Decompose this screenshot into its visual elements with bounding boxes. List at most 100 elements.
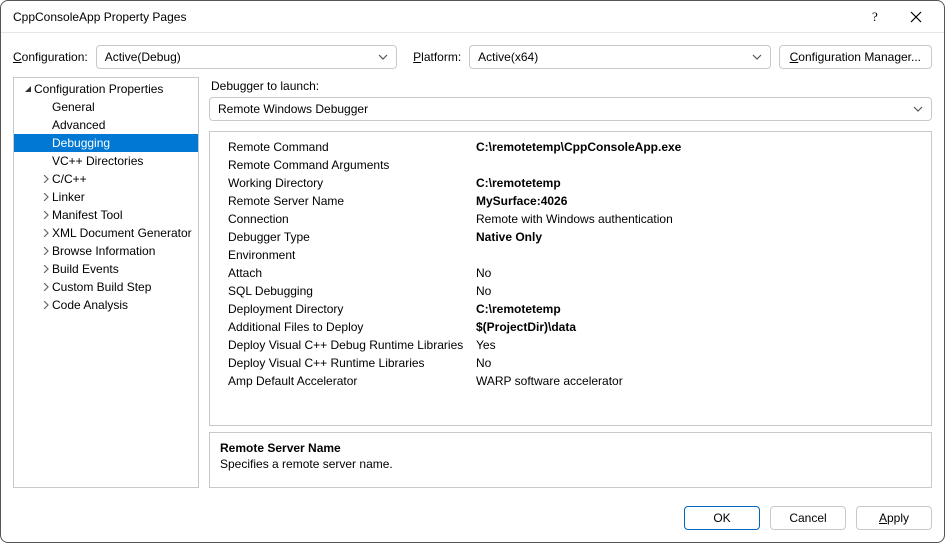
- grid-key: Amp Default Accelerator: [228, 374, 476, 388]
- arrow-collapsed-icon: [40, 283, 52, 291]
- tree-item-label: Linker: [52, 190, 85, 204]
- arrow-collapsed-icon: [40, 301, 52, 309]
- configuration-label: Configuration:: [13, 50, 88, 64]
- cancel-button[interactable]: Cancel: [770, 506, 846, 530]
- platform-value: Active(x64): [478, 50, 538, 64]
- grid-row[interactable]: Remote Server NameMySurface:4026: [210, 192, 931, 210]
- arrow-expanded-icon: [22, 85, 34, 93]
- topbar: Configuration: Active(Debug) Platform: A…: [1, 33, 944, 77]
- tree-item[interactable]: C/C++: [14, 170, 199, 188]
- chevron-down-icon: [752, 54, 762, 60]
- grid-key: Remote Server Name: [228, 194, 476, 208]
- tree-item[interactable]: Browse Information: [14, 242, 199, 260]
- grid-key: Remote Command Arguments: [228, 158, 476, 172]
- chevron-down-icon: [913, 106, 923, 112]
- grid-value: C:\remotetemp\CppConsoleApp.exe: [476, 140, 913, 154]
- tree-item-label: Code Analysis: [52, 298, 128, 312]
- help-button[interactable]: ?: [856, 1, 896, 33]
- grid-row[interactable]: Deploy Visual C++ Runtime LibrariesNo: [210, 354, 931, 372]
- tree-item-label: Configuration Properties: [34, 82, 163, 96]
- configuration-manager-label: Configuration Manager...: [790, 50, 921, 64]
- ok-button[interactable]: OK: [684, 506, 760, 530]
- platform-label: Platform:: [413, 50, 461, 64]
- grid-row[interactable]: Remote Command Arguments: [210, 156, 931, 174]
- grid-value: No: [476, 356, 913, 370]
- tree-item-label: Manifest Tool: [52, 208, 122, 222]
- grid-row[interactable]: Deploy Visual C++ Debug Runtime Librarie…: [210, 336, 931, 354]
- grid-key: SQL Debugging: [228, 284, 476, 298]
- grid-row[interactable]: SQL DebuggingNo: [210, 282, 931, 300]
- platform-combo[interactable]: Active(x64): [469, 45, 770, 69]
- grid-key: Debugger Type: [228, 230, 476, 244]
- description-box: Remote Server Name Specifies a remote se…: [209, 432, 932, 488]
- debugger-launch-value: Remote Windows Debugger: [218, 102, 368, 116]
- grid-key: Working Directory: [228, 176, 476, 190]
- tree-item-label: Advanced: [52, 118, 105, 132]
- right-panel: Debugger to launch: Remote Windows Debug…: [209, 77, 932, 488]
- svg-text:?: ?: [872, 10, 878, 24]
- close-icon: [910, 11, 922, 23]
- grid-value: MySurface:4026: [476, 194, 913, 208]
- chevron-down-icon: [378, 54, 388, 60]
- tree-item-label: Build Events: [52, 262, 119, 276]
- grid-row[interactable]: Amp Default AcceleratorWARP software acc…: [210, 372, 931, 390]
- debugger-launch-label: Debugger to launch:: [211, 79, 932, 93]
- arrow-collapsed-icon: [40, 247, 52, 255]
- arrow-collapsed-icon: [40, 265, 52, 273]
- window-title: CppConsoleApp Property Pages: [13, 10, 856, 24]
- tree-item-label: C/C++: [52, 172, 87, 186]
- grid-row[interactable]: ConnectionRemote with Windows authentica…: [210, 210, 931, 228]
- tree-item[interactable]: VC++ Directories: [14, 152, 199, 170]
- grid-value: Yes: [476, 338, 913, 352]
- grid-key: Deploy Visual C++ Debug Runtime Librarie…: [228, 338, 476, 352]
- grid-value: C:\remotetemp: [476, 302, 913, 316]
- tree-item-label: Custom Build Step: [52, 280, 151, 294]
- tree-item[interactable]: Custom Build Step: [14, 278, 199, 296]
- grid-row[interactable]: AttachNo: [210, 264, 931, 282]
- tree-item[interactable]: Advanced: [14, 116, 199, 134]
- main-area: Configuration Properties General Advanced D…: [1, 77, 944, 496]
- tree-view[interactable]: Configuration Properties General Advanced D…: [13, 77, 199, 488]
- grid-row[interactable]: Deployment DirectoryC:\remotetemp: [210, 300, 931, 318]
- grid-key: Deploy Visual C++ Runtime Libraries: [228, 356, 476, 370]
- arrow-collapsed-icon: [40, 211, 52, 219]
- ok-label: OK: [713, 511, 730, 525]
- grid-key: Remote Command: [228, 140, 476, 154]
- grid-row[interactable]: Remote CommandC:\remotetemp\CppConsoleAp…: [210, 138, 931, 156]
- grid-value: C:\remotetemp: [476, 176, 913, 190]
- tree-item[interactable]: Linker: [14, 188, 199, 206]
- grid-key: Deployment Directory: [228, 302, 476, 316]
- debugger-launch-combo[interactable]: Remote Windows Debugger: [209, 97, 932, 121]
- tree-item[interactable]: Debugging: [14, 134, 199, 152]
- help-icon: ?: [871, 10, 881, 24]
- cancel-label: Cancel: [789, 511, 826, 525]
- grid-value: Remote with Windows authentication: [476, 212, 913, 226]
- configuration-combo[interactable]: Active(Debug): [96, 45, 397, 69]
- arrow-collapsed-icon: [40, 193, 52, 201]
- grid-key: Additional Files to Deploy: [228, 320, 476, 334]
- configuration-manager-button[interactable]: Configuration Manager...: [779, 45, 932, 69]
- tree-item-label: XML Document Generator: [52, 226, 192, 240]
- tree-item[interactable]: XML Document Generator: [14, 224, 199, 242]
- grid-row[interactable]: Working DirectoryC:\remotetemp: [210, 174, 931, 192]
- grid-row[interactable]: Additional Files to Deploy$(ProjectDir)\…: [210, 318, 931, 336]
- property-grid[interactable]: Remote CommandC:\remotetemp\CppConsoleAp…: [209, 131, 932, 426]
- grid-key: Connection: [228, 212, 476, 226]
- tree-item[interactable]: Configuration Properties: [14, 80, 199, 98]
- description-title: Remote Server Name: [220, 441, 921, 455]
- arrow-collapsed-icon: [40, 175, 52, 183]
- arrow-collapsed-icon: [40, 229, 52, 237]
- titlebar: CppConsoleApp Property Pages ?: [1, 1, 944, 33]
- grid-key: Environment: [228, 248, 476, 262]
- tree-item-label: VC++ Directories: [52, 154, 143, 168]
- tree-item[interactable]: Code Analysis: [14, 296, 199, 314]
- tree-item[interactable]: Manifest Tool: [14, 206, 199, 224]
- grid-row[interactable]: Debugger TypeNative Only: [210, 228, 931, 246]
- dialog-window: CppConsoleApp Property Pages ? Configura…: [0, 0, 945, 543]
- apply-button[interactable]: Apply: [856, 506, 932, 530]
- tree-item[interactable]: Build Events: [14, 260, 199, 278]
- tree-item[interactable]: General: [14, 98, 199, 116]
- tree-item-label: Debugging: [52, 136, 110, 150]
- close-button[interactable]: [896, 1, 936, 33]
- grid-row[interactable]: Environment: [210, 246, 931, 264]
